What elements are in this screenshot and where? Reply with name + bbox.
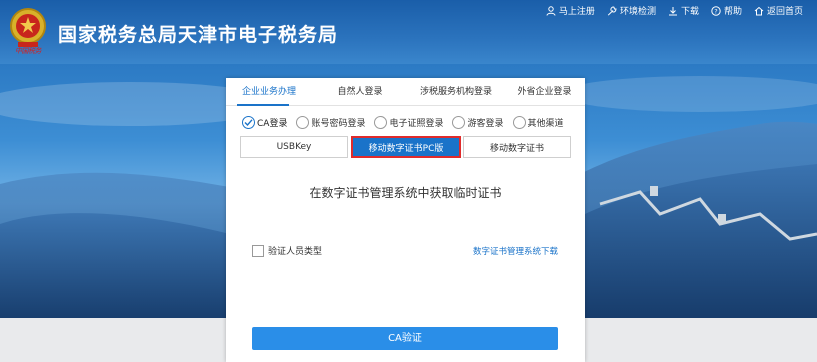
tab-mobile-cert[interactable]: 移动数字证书 bbox=[463, 136, 571, 158]
ca-verify-button[interactable]: CA验证 bbox=[252, 327, 558, 350]
login-type-tabs: 企业业务办理 自然人登录 涉税服务机构登录 外省企业登录 bbox=[226, 78, 585, 106]
cert-instruction-heading: 在数字证书管理系统中获取临时证书 bbox=[309, 186, 502, 200]
tab-mobile-cert-pc[interactable]: 移动数字证书PC版 bbox=[351, 136, 461, 158]
tax-emblem-icon bbox=[10, 8, 46, 47]
login-method-group: CA登录 账号密码登录 电子证照登录 游客登录 其他渠道 bbox=[242, 116, 564, 129]
radio-icon bbox=[296, 116, 310, 129]
radio-other-channel-label: 其他渠道 bbox=[527, 119, 564, 129]
tab-enterprise[interactable]: 企业业务办理 bbox=[226, 78, 312, 105]
radio-guest-login-label: 游客登录 bbox=[467, 119, 504, 129]
radio-password-login[interactable]: 账号密码登录 bbox=[296, 116, 365, 129]
verify-type-row: 验证人员类型 bbox=[252, 244, 322, 257]
radio-guest-login[interactable]: 游客登录 bbox=[452, 116, 504, 129]
register-link-label: 马上注册 bbox=[558, 7, 595, 17]
download-icon bbox=[668, 6, 677, 15]
tab-natural-person[interactable]: 自然人登录 bbox=[312, 78, 408, 105]
radio-ca-login[interactable]: CA登录 bbox=[242, 116, 287, 129]
download-top-link-label: 下载 bbox=[680, 7, 699, 17]
env-check-link-label: 环境检测 bbox=[619, 7, 656, 17]
cert-system-download-link[interactable]: 数字证书管理系统下载 bbox=[473, 245, 558, 257]
env-check-link[interactable]: 环境检测 bbox=[607, 4, 656, 17]
active-tab-indicator bbox=[237, 104, 289, 106]
site-header: 中国税务 国家税务总局天津市电子税务局 马上注册 环境检测 下载 ? 帮助 返回… bbox=[0, 0, 817, 64]
login-panel: 企业业务办理 自然人登录 涉税服务机构登录 外省企业登录 CA登录 账号密码登录… bbox=[226, 78, 585, 362]
top-links: 马上注册 环境检测 下载 ? 帮助 返回首页 bbox=[546, 4, 803, 17]
site-title: 国家税务总局天津市电子税务局 bbox=[58, 24, 339, 46]
radio-password-login-label: 账号密码登录 bbox=[311, 119, 366, 129]
verify-type-checkbox[interactable] bbox=[252, 244, 264, 257]
verify-type-label: 验证人员类型 bbox=[268, 247, 323, 257]
help-link-label: 帮助 bbox=[723, 7, 742, 17]
tab-tax-agency[interactable]: 涉税服务机构登录 bbox=[408, 78, 504, 105]
wrench-icon bbox=[607, 5, 617, 16]
radio-icon bbox=[452, 116, 466, 129]
home-icon bbox=[754, 6, 764, 15]
radio-license-login[interactable]: 电子证照登录 bbox=[374, 116, 443, 129]
tab-usbkey[interactable]: USBKey bbox=[240, 136, 348, 158]
radio-icon bbox=[512, 116, 526, 129]
radio-other-channel[interactable]: 其他渠道 bbox=[512, 116, 564, 129]
help-icon: ? bbox=[711, 5, 721, 16]
tab-other-province[interactable]: 外省企业登录 bbox=[504, 78, 585, 105]
download-top-link[interactable]: 下载 bbox=[668, 4, 699, 17]
check-icon bbox=[242, 116, 255, 129]
home-link[interactable]: 返回首页 bbox=[754, 4, 803, 17]
radio-ca-login-label: CA登录 bbox=[257, 119, 288, 129]
home-link-label: 返回首页 bbox=[766, 7, 803, 17]
register-link[interactable]: 马上注册 bbox=[546, 4, 595, 17]
svg-text:?: ? bbox=[714, 7, 717, 15]
user-icon bbox=[546, 5, 556, 16]
radio-license-login-label: 电子证照登录 bbox=[389, 119, 444, 129]
radio-icon bbox=[374, 116, 388, 129]
help-link[interactable]: ? 帮助 bbox=[711, 4, 742, 17]
logo-subtext: 中国税务 bbox=[15, 47, 42, 55]
cert-type-tabs: USBKey 移动数字证书PC版 移动数字证书 bbox=[240, 136, 571, 158]
